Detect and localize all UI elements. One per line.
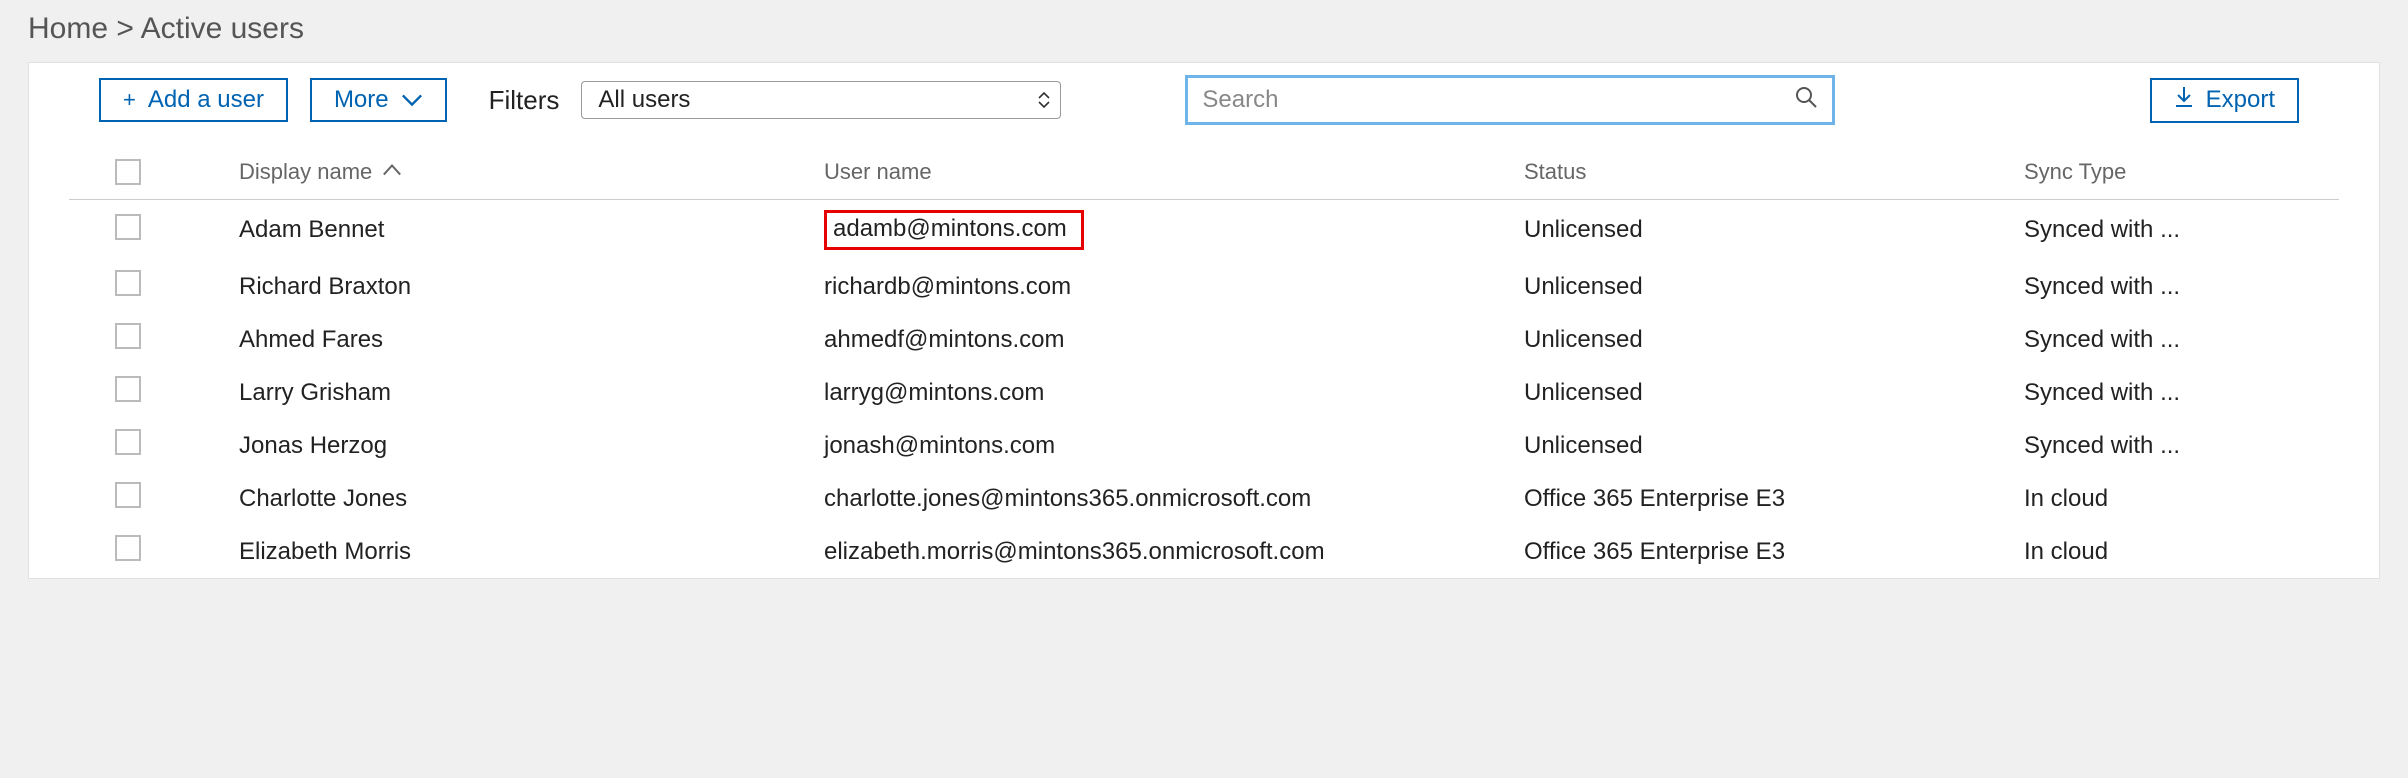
cell-status: Unlicensed [1524,216,2024,244]
cell-display-name: Jonas Herzog [239,432,824,460]
row-checkbox[interactable] [115,535,141,561]
header-display-name-label: Display name [239,159,372,185]
row-checkbox[interactable] [115,376,141,402]
row-checkbox[interactable] [115,323,141,349]
row-checkbox-cell [69,376,239,409]
table-row[interactable]: Adam Bennetadamb@mintons.com UnlicensedSy… [69,200,2339,260]
breadcrumb-home[interactable]: Home [28,12,108,45]
table-body: Adam Bennetadamb@mintons.comUnlicensedSy… [69,200,2339,578]
cell-display-name: Ahmed Fares [239,326,824,354]
row-checkbox-cell [69,535,239,568]
table-row[interactable]: Elizabeth Morriselizabeth.morris@mintons… [69,525,2339,578]
cell-sync-type: Synced with ... [2024,432,2339,460]
cell-user-name: jonash@mintons.com [824,432,1524,460]
row-checkbox[interactable] [115,270,141,296]
row-checkbox-cell [69,323,239,356]
download-icon [2174,86,2194,115]
cell-display-name: Richard Braxton [239,273,824,301]
header-display-name[interactable]: Display name [239,159,824,185]
more-label: More [334,86,389,114]
filter-select-wrap: All users [581,81,1061,119]
header-user-name-label: User name [824,159,932,185]
table-header: Display name User name Status Sync Type [69,137,2339,200]
table-row[interactable]: Larry Grishamlarryg@mintons.comUnlicense… [69,366,2339,419]
search-icon[interactable] [1780,85,1832,115]
header-status-label: Status [1524,159,1586,185]
cell-sync-type: Synced with ... [2024,273,2339,301]
cell-sync-type: Synced with ... [2024,326,2339,354]
toolbar: + Add a user More Filters All users [29,63,2379,137]
select-all-checkbox[interactable] [115,159,141,185]
row-checkbox[interactable] [115,429,141,455]
table-row[interactable]: Richard Braxtonrichardb@mintons.comUnlic… [69,260,2339,313]
plus-icon: + [123,89,136,111]
search-box[interactable] [1185,75,1835,125]
breadcrumb: Home > Active users [0,0,2408,62]
content-card: + Add a user More Filters All users [28,62,2380,579]
table-row[interactable]: Jonas Herzogjonash@mintons.comUnlicensed… [69,419,2339,472]
filters-label: Filters [489,85,560,116]
add-user-button[interactable]: + Add a user [99,78,288,122]
cell-display-name: Elizabeth Morris [239,538,824,566]
filter-selected-value: All users [598,86,690,113]
cell-user-name: richardb@mintons.com [824,273,1524,301]
cell-display-name: Larry Grisham [239,379,824,407]
add-user-label: Add a user [148,86,264,114]
breadcrumb-current: Active users [141,12,304,45]
cell-status: Unlicensed [1524,326,2024,354]
table-row[interactable]: Ahmed Faresahmedf@mintons.comUnlicensedS… [69,313,2339,366]
header-checkbox-cell [69,159,239,185]
cell-user-name: larryg@mintons.com [824,379,1524,407]
chevron-down-icon [401,86,423,114]
filter-select[interactable]: All users [581,81,1061,119]
cell-user-name: elizabeth.morris@mintons365.onmicrosoft.… [824,538,1524,566]
row-checkbox-cell [69,270,239,303]
cell-sync-type: Synced with ... [2024,216,2339,244]
cell-status: Unlicensed [1524,432,2024,460]
export-label: Export [2206,86,2275,114]
table-row[interactable]: Charlotte Jonescharlotte.jones@mintons36… [69,472,2339,525]
updown-caret-icon [1038,92,1050,108]
export-button[interactable]: Export [2150,78,2299,123]
row-checkbox[interactable] [115,214,141,240]
header-user-name[interactable]: User name [824,159,1524,185]
cell-sync-type: Synced with ... [2024,379,2339,407]
cell-status: Unlicensed [1524,273,2024,301]
header-sync-type-label: Sync Type [2024,159,2126,185]
cell-sync-type: In cloud [2024,485,2339,513]
header-status[interactable]: Status [1524,159,2024,185]
row-checkbox-cell [69,482,239,515]
cell-status: Office 365 Enterprise E3 [1524,485,2024,513]
search-input[interactable] [1188,78,1780,122]
more-button[interactable]: More [310,78,447,122]
cell-user-name: ahmedf@mintons.com [824,326,1524,354]
row-checkbox-cell [69,429,239,462]
row-checkbox[interactable] [115,482,141,508]
row-checkbox-cell [69,214,239,247]
sort-asc-icon [382,159,402,185]
cell-sync-type: In cloud [2024,538,2339,566]
cell-display-name: Adam Bennet [239,216,824,244]
cell-status: Office 365 Enterprise E3 [1524,538,2024,566]
cell-user-name: adamb@mintons.com [824,210,1524,250]
cell-status: Unlicensed [1524,379,2024,407]
breadcrumb-sep: > [116,12,134,45]
users-table: Display name User name Status Sync Type … [29,137,2379,578]
highlight-box: adamb@mintons.com [824,210,1084,250]
cell-display-name: Charlotte Jones [239,485,824,513]
cell-user-name: charlotte.jones@mintons365.onmicrosoft.c… [824,485,1524,513]
header-sync-type[interactable]: Sync Type [2024,159,2339,185]
